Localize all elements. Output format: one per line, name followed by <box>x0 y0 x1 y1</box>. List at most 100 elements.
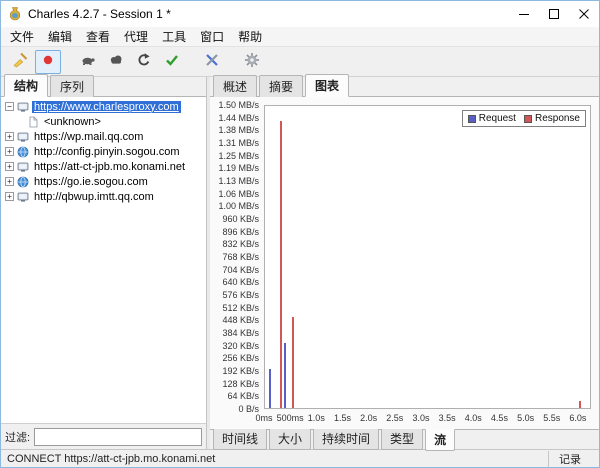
collapse-toggle[interactable] <box>5 102 14 111</box>
tree-row[interactable]: https://wp.mail.qq.com <box>1 129 206 144</box>
y-tick-label: 512 KB/s <box>222 303 259 313</box>
menu-help[interactable]: 帮助 <box>231 26 269 47</box>
chart-y-axis: 1.50 MB/s1.44 MB/s1.38 MB/s1.31 MB/s1.25… <box>210 105 262 409</box>
subtab-sizes[interactable]: 大小 <box>269 429 311 450</box>
close-button[interactable] <box>569 1 599 27</box>
toolbar <box>1 47 599 77</box>
app-icon <box>7 6 23 22</box>
gear-icon <box>244 52 260 71</box>
broom-icon <box>12 52 28 71</box>
y-tick-label: 1.38 MB/s <box>218 125 259 135</box>
menu-window[interactable]: 窗口 <box>193 26 231 47</box>
chart-bar-request <box>284 343 286 408</box>
page-icon <box>27 116 39 128</box>
tree-row[interactable]: https://www.charlesproxy.com <box>1 99 206 114</box>
x-tick-label: 3.5s <box>439 413 456 423</box>
y-tick-label: 960 KB/s <box>222 214 259 224</box>
repeat-button[interactable] <box>131 50 157 74</box>
x-tick-label: 2.5s <box>386 413 403 423</box>
maximize-button[interactable] <box>539 1 569 27</box>
throttle-button[interactable] <box>75 50 101 74</box>
menu-edit[interactable]: 编辑 <box>41 26 79 47</box>
breakpoints-button[interactable] <box>103 50 129 74</box>
content-tabs: 概述 摘要 图表 <box>210 77 599 97</box>
chart-bar-response <box>280 121 282 408</box>
filter-input[interactable] <box>34 428 202 446</box>
y-tick-label: 1.00 MB/s <box>218 201 259 211</box>
y-tick-label: 1.13 MB/s <box>218 176 259 186</box>
y-tick-label: 1.50 MB/s <box>218 100 259 110</box>
y-tick-label: 128 KB/s <box>222 379 259 389</box>
tree-row[interactable]: https://att-ct-jpb.mo.konami.net <box>1 159 206 174</box>
charles-window: Charles 4.2.7 - Session 1 * 文件 编辑 查看 代理 … <box>0 0 600 468</box>
subtab-throughput[interactable]: 流 <box>425 429 455 451</box>
record-icon <box>40 52 56 71</box>
x-tick-label: 4.0s <box>465 413 482 423</box>
titlebar: Charles 4.2.7 - Session 1 * <box>1 1 599 27</box>
monitor-icon <box>17 101 29 113</box>
subtab-durations[interactable]: 持续时间 <box>313 429 379 450</box>
legend-swatch <box>524 115 532 123</box>
expand-toggle[interactable] <box>5 132 14 141</box>
legend-entry-request: Request <box>468 113 516 124</box>
window-controls <box>509 1 599 27</box>
y-tick-label: 1.25 MB/s <box>218 151 259 161</box>
x-tick-label: 500ms <box>277 413 304 423</box>
tab-overview[interactable]: 概述 <box>213 75 257 97</box>
menu-view[interactable]: 查看 <box>79 26 117 47</box>
y-tick-label: 1.31 MB/s <box>218 138 259 148</box>
tab-chart[interactable]: 图表 <box>305 74 349 97</box>
tree-item-label: https://wp.mail.qq.com <box>32 131 145 143</box>
x-tick-label: 3.0s <box>412 413 429 423</box>
y-tick-label: 704 KB/s <box>222 265 259 275</box>
tree-item-label: https://www.charlesproxy.com <box>32 101 181 113</box>
subtab-timeline[interactable]: 时间线 <box>213 429 267 450</box>
globe-icon <box>17 176 29 188</box>
menu-proxy[interactable]: 代理 <box>117 26 155 47</box>
x-tick-label: 1.5s <box>334 413 351 423</box>
tab-summary[interactable]: 摘要 <box>259 75 303 97</box>
cloud-icon <box>108 52 124 71</box>
filter-bar: 过滤: <box>1 423 206 449</box>
y-tick-label: 832 KB/s <box>222 239 259 249</box>
tree-row[interactable]: http://config.pinyin.sogou.com <box>1 144 206 159</box>
tree-item-label: http://config.pinyin.sogou.com <box>32 146 182 158</box>
minimize-button[interactable] <box>509 1 539 27</box>
crossed-tools-icon <box>204 52 220 71</box>
request-tree: https://www.charlesproxy.com <unknown> h… <box>1 97 206 423</box>
y-tick-label: 192 KB/s <box>222 366 259 376</box>
expand-toggle[interactable] <box>5 147 14 156</box>
subtab-types[interactable]: 类型 <box>381 429 423 450</box>
turtle-icon <box>80 52 96 71</box>
status-message: CONNECT https://att-ct-jpb.mo.konami.net <box>7 453 215 465</box>
x-tick-label: 0ms <box>255 413 272 423</box>
legend-entry-response: Response <box>524 113 580 124</box>
window-title: Charles 4.2.7 - Session 1 * <box>28 7 171 21</box>
settings-button[interactable] <box>239 50 265 74</box>
tree-row[interactable]: <unknown> <box>1 114 206 129</box>
statusbar: CONNECT https://att-ct-jpb.mo.konami.net… <box>1 449 599 467</box>
expand-toggle[interactable] <box>5 162 14 171</box>
y-tick-label: 1.19 MB/s <box>218 163 259 173</box>
record-button[interactable] <box>35 50 61 74</box>
validate-button[interactable] <box>159 50 185 74</box>
expand-toggle[interactable] <box>5 192 14 201</box>
clear-session-button[interactable] <box>7 50 33 74</box>
tree-row[interactable]: https://go.ie.sogou.com <box>1 174 206 189</box>
menu-file[interactable]: 文件 <box>3 26 41 47</box>
y-tick-label: 1.44 MB/s <box>218 113 259 123</box>
tab-structure[interactable]: 结构 <box>4 74 48 97</box>
globe-icon <box>17 146 29 158</box>
repeat-icon <box>136 52 152 71</box>
chart-bar-response <box>579 401 581 408</box>
y-tick-label: 64 KB/s <box>227 391 259 401</box>
x-tick-label: 6.0s <box>569 413 586 423</box>
tab-sequence[interactable]: 序列 <box>50 75 94 97</box>
expand-toggle[interactable] <box>5 177 14 186</box>
tools-button[interactable] <box>199 50 225 74</box>
menu-tools[interactable]: 工具 <box>155 26 193 47</box>
tree-row[interactable]: http://qbwup.imtt.qq.com <box>1 189 206 204</box>
left-tabs: 结构 序列 <box>1 77 206 97</box>
check-icon <box>164 52 180 71</box>
x-tick-label: 5.0s <box>517 413 534 423</box>
